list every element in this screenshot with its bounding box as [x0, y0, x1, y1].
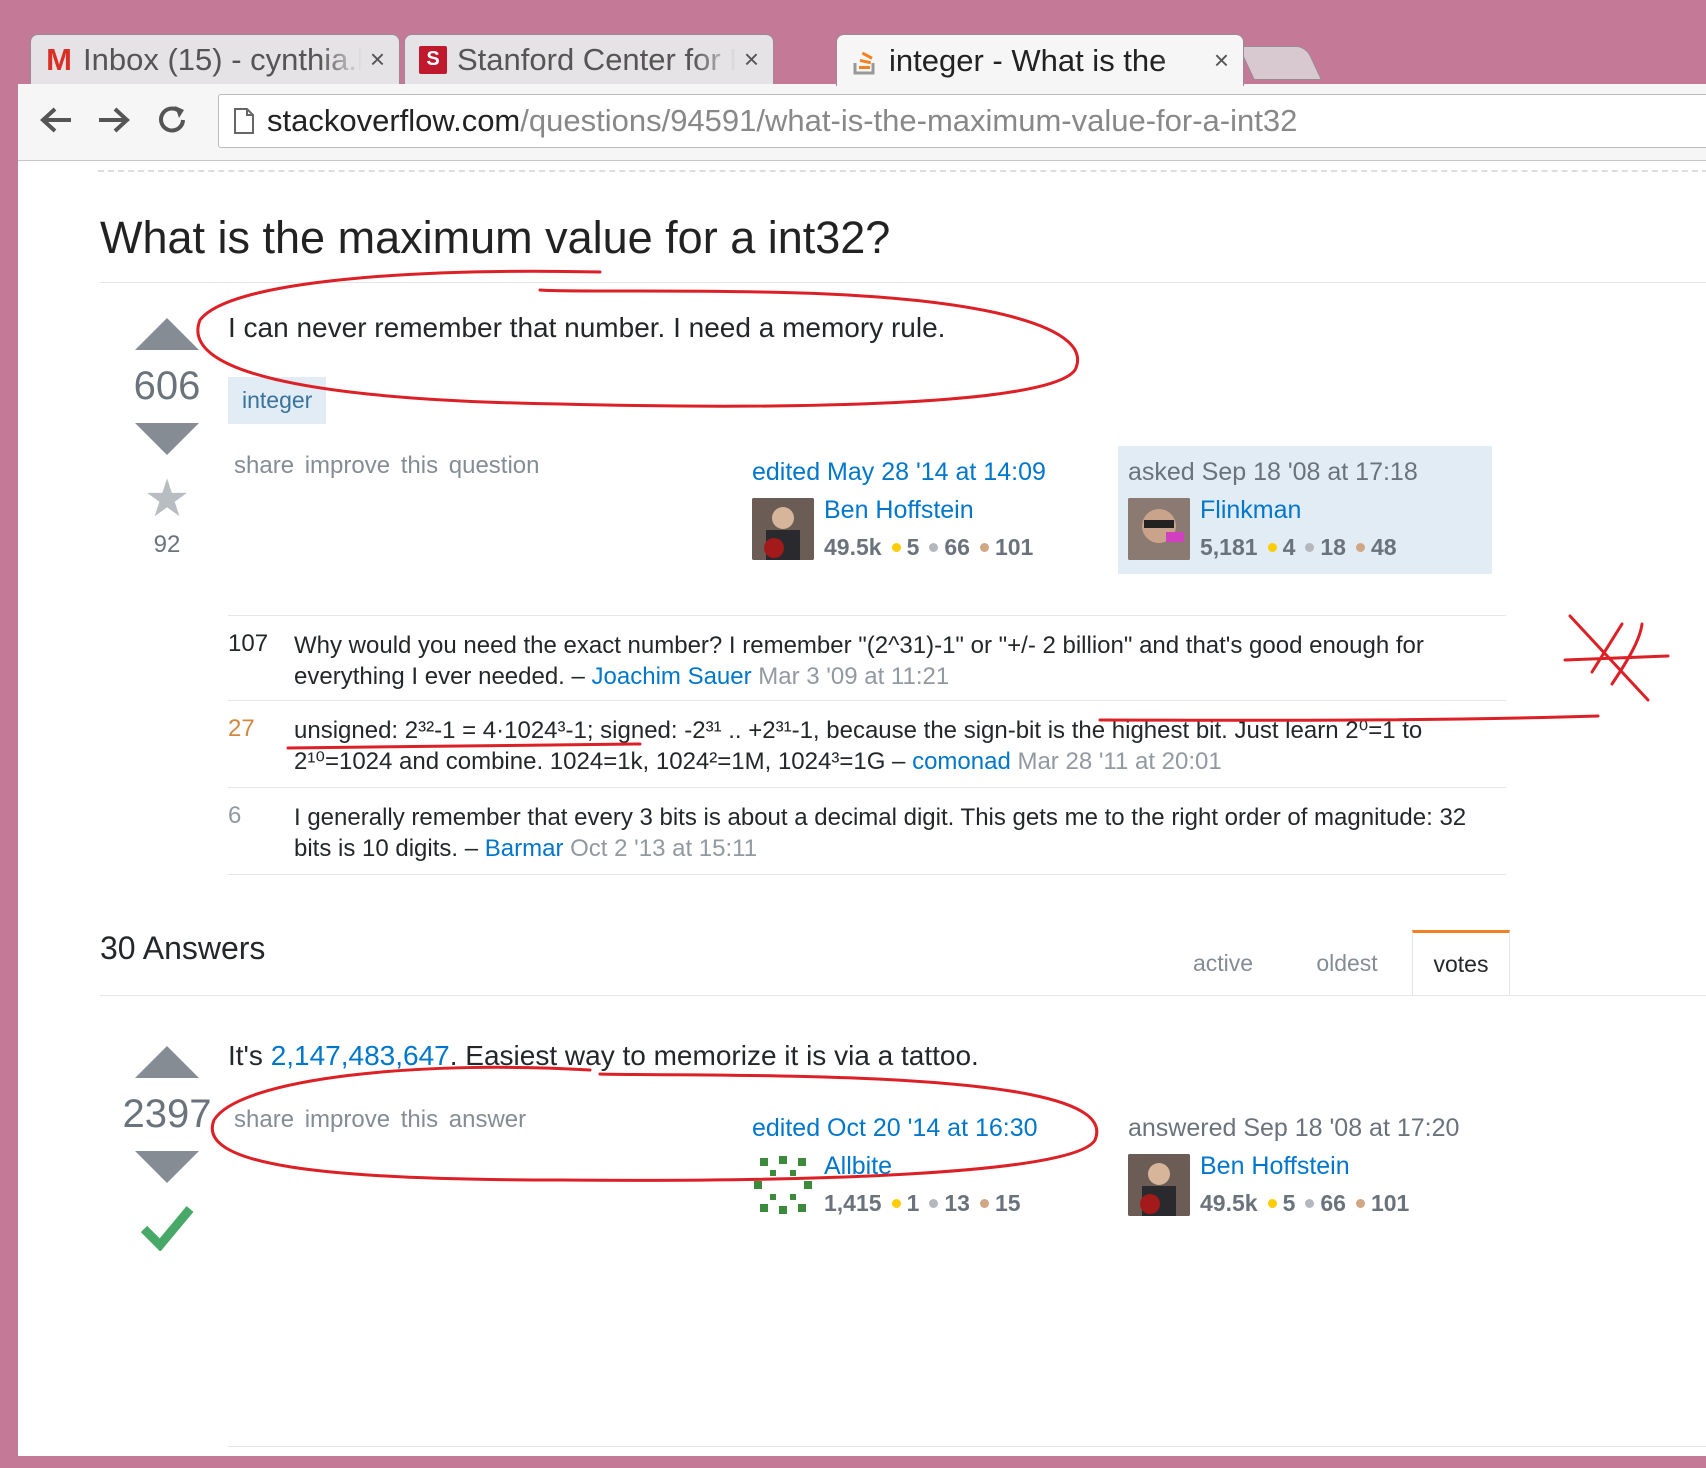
comment-score: 6 — [228, 802, 242, 829]
tab-stackoverflow[interactable]: integer - What is the × — [836, 34, 1244, 86]
downvote-icon[interactable] — [135, 423, 199, 455]
close-tab-icon[interactable]: × — [744, 44, 759, 75]
address-bar[interactable]: stackoverflow.com/questions/94591/what-i… — [218, 94, 1706, 148]
reload-button[interactable] — [150, 98, 194, 142]
editor-name[interactable]: Allbite — [824, 1152, 892, 1181]
comment: 27 unsigned: 2³²-1 = 4·1024³-1; signed: … — [228, 700, 1506, 787]
edited-link[interactable]: edited Oct 20 '14 at 16:30 — [752, 1114, 1092, 1143]
editor-reputation: 1,415 1 13 15 — [824, 1190, 1021, 1216]
silver-badge-icon — [1305, 1198, 1315, 1208]
comment-score: 27 — [228, 715, 255, 742]
url-path: /questions/94591/what-is-the-maximum-val… — [520, 103, 1298, 138]
avatar[interactable] — [752, 498, 814, 560]
header-divider — [98, 160, 1706, 172]
question-score: 606 — [133, 364, 201, 408]
comment-score: 107 — [228, 630, 269, 657]
silver-badge-icon — [929, 542, 939, 552]
answerer-reputation: 49.5k 5 66 101 — [1200, 1190, 1410, 1216]
tab-title: integer - What is the — [889, 42, 1167, 78]
owner-reputation: 5,181 4 18 48 — [1200, 534, 1397, 560]
bronze-badge-icon — [979, 542, 989, 552]
tab-stanford[interactable]: S Stanford Center for P × — [404, 34, 774, 84]
page-icon — [234, 108, 254, 134]
downvote-icon[interactable] — [135, 1151, 199, 1183]
back-button[interactable] — [34, 98, 78, 142]
question-owner: asked Sep 18 '08 at 17:18 Flinkman 5,181… — [1128, 458, 1488, 568]
question-menu[interactable]: share improve this question — [234, 452, 539, 480]
new-tab-button[interactable] — [1238, 46, 1322, 80]
title-divider — [100, 282, 1706, 283]
upvote-icon[interactable] — [135, 1046, 199, 1078]
comment-user[interactable]: Joachim Sauer — [592, 663, 752, 690]
bronze-badge-icon — [979, 1198, 989, 1208]
editor-reputation: 49.5k 5 66 101 — [824, 534, 1034, 560]
silver-badge-icon — [929, 1198, 939, 1208]
answer-sort-tabs: active oldest votes — [1164, 930, 1510, 996]
max-int-link[interactable]: 2,147,483,647 — [271, 1040, 450, 1071]
sort-tab-votes[interactable]: votes — [1412, 930, 1510, 996]
bronze-badge-icon — [1355, 1198, 1365, 1208]
gold-badge-icon — [1267, 1198, 1277, 1208]
comment-date[interactable]: Mar 28 '11 at 20:01 — [1017, 748, 1221, 775]
answerer-name[interactable]: Ben Hoffstein — [1200, 1152, 1350, 1181]
gold-badge-icon — [891, 542, 901, 552]
asked-date: asked Sep 18 '08 at 17:18 — [1128, 458, 1418, 486]
answer-score: 2397 — [122, 1092, 212, 1136]
comment-user[interactable]: comonad — [912, 748, 1011, 775]
answer-body: It's 2,147,483,647. Easiest way to memor… — [228, 1040, 979, 1071]
upvote-icon[interactable] — [135, 318, 199, 350]
answer-bottom-divider — [228, 1446, 1706, 1447]
answers-count-heading: 30 Answers — [100, 930, 266, 966]
comment-date[interactable]: Mar 3 '09 at 11:21 — [758, 663, 949, 690]
forward-arrow-icon — [99, 107, 130, 133]
favorite-star-icon[interactable]: ★ — [112, 473, 222, 525]
question-vote-cell: 606 ★ 92 — [112, 318, 222, 559]
silver-badge-icon — [1305, 542, 1315, 552]
answers-divider — [100, 995, 1706, 996]
page-content: What is the maximum value for a int32? 6… — [18, 160, 1706, 1456]
answered-date: answered Sep 18 '08 at 17:20 — [1128, 1114, 1460, 1142]
comment-body: Why would you need the exact number? I r… — [294, 632, 1424, 690]
avatar[interactable] — [1128, 498, 1190, 560]
accepted-check-icon — [112, 1203, 222, 1256]
comment-date[interactable]: Oct 2 '13 at 15:11 — [570, 835, 757, 862]
owner-name[interactable]: Flinkman — [1200, 496, 1301, 525]
back-arrow-icon — [40, 107, 71, 133]
editor-name[interactable]: Ben Hoffstein — [824, 496, 974, 525]
avatar[interactable] — [1128, 1154, 1190, 1216]
url-host: stackoverflow.com — [267, 103, 521, 138]
answer-owner: answered Sep 18 '08 at 17:20 Ben Hoffste… — [1128, 1114, 1488, 1224]
favorite-count: 92 — [153, 531, 181, 558]
sort-tab-active[interactable]: active — [1164, 930, 1282, 996]
answer-editor: edited Oct 20 '14 at 16:30 Allbite 1,415… — [752, 1114, 1092, 1224]
comment-user[interactable]: Barmar — [485, 835, 564, 862]
sort-tab-oldest[interactable]: oldest — [1288, 930, 1406, 996]
tag-integer[interactable]: integer — [228, 377, 327, 424]
comment: 107 Why would you need the exact number?… — [228, 615, 1506, 700]
comment-body: unsigned: 2³²-1 = 4·1024³-1; signed: -2³… — [294, 717, 1423, 775]
edited-link[interactable]: edited May 28 '14 at 14:09 — [752, 458, 1092, 487]
question-body: I can never remember that number. I need… — [228, 312, 946, 343]
stanford-icon: S — [419, 45, 447, 74]
question-title[interactable]: What is the maximum value for a int32? — [100, 212, 890, 264]
browser-toolbar: stackoverflow.com/questions/94591/what-i… — [18, 84, 1706, 161]
tab-gmail[interactable]: M Inbox (15) - cynthia.b × — [30, 34, 400, 84]
comment-body: I generally remember that every 3 bits i… — [294, 804, 1467, 862]
reload-icon — [159, 106, 185, 133]
tab-title: Stanford Center for P — [457, 41, 736, 77]
answer-vote-cell: 2397 — [112, 1046, 222, 1256]
forward-button[interactable] — [92, 98, 136, 142]
question-editor: edited May 28 '14 at 14:09 Ben Hoffstein… — [752, 458, 1092, 568]
answer-menu[interactable]: share improve this answer — [234, 1106, 526, 1134]
avatar[interactable] — [752, 1154, 814, 1216]
gold-badge-icon — [891, 1198, 901, 1208]
close-tab-icon[interactable]: × — [1214, 45, 1229, 76]
tab-title: Inbox (15) - cynthia.b — [83, 41, 362, 77]
close-tab-icon[interactable]: × — [370, 44, 385, 75]
gold-badge-icon — [1267, 542, 1277, 552]
comment: 6 I generally remember that every 3 bits… — [228, 787, 1506, 875]
bronze-badge-icon — [1355, 542, 1365, 552]
gmail-icon: M — [46, 41, 72, 77]
stackoverflow-icon — [851, 47, 879, 75]
